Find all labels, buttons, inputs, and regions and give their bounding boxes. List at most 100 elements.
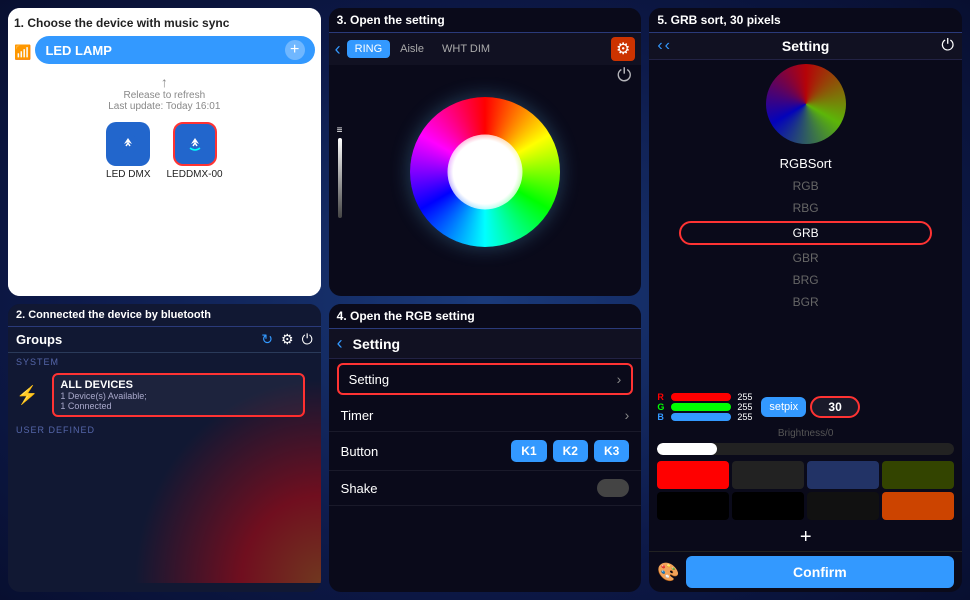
brightness-slider-3[interactable] [338,138,342,218]
swatch-dark1[interactable] [732,461,804,489]
device-led-dmx[interactable]: LED DMX [106,122,150,180]
device-icon-led-dmx [106,122,150,166]
sort-option-bgr[interactable]: BGR [649,291,962,313]
pix-value-input[interactable]: 30 [810,396,860,418]
sort-option-grb[interactable]: GRB [679,221,932,245]
b-bar[interactable] [671,413,731,421]
bottom-area: 🎨 Confirm [649,551,962,592]
power-icon[interactable]: ⏻ [302,331,313,348]
last-update: Last update: Today 16:01 [14,101,315,112]
r-bar[interactable] [671,393,731,401]
settings-icon[interactable]: ⚙ [281,331,294,348]
sort-section: RGBSort RGB RBG GRB GBR BRG BGR [649,60,962,388]
panel-2-header: 2. Connected the device by bluetooth [8,304,321,327]
swatch-navy[interactable] [807,461,879,489]
confirm-button[interactable]: Confirm [686,556,954,588]
ring-nav: ‹ RING Aisle WHT DIM ⚙ [329,33,642,65]
setting-row-shake-label: Shake [341,481,378,496]
panel-3-header: 3. Open the setting [329,8,642,33]
sort-option-brg[interactable]: BRG [649,269,962,291]
brightness-bar-wrap [657,443,954,455]
rgb-sliders: R 255 G 255 B 255 [657,392,757,422]
rgb-wheel-icon[interactable]: 🎨 [657,562,679,583]
add-device-button[interactable]: + [285,40,305,60]
sort-option-gbr[interactable]: GBR [649,247,962,269]
sort-title: RGBSort [649,148,962,175]
setting-nav-title: Setting [353,336,400,352]
back-arrow-3[interactable]: ‹ [335,39,341,60]
panel-4-header: 4. Open the RGB setting [329,304,642,329]
power-btn-5[interactable]: ⏻ [941,37,954,55]
panel-5-header: 5. GRB sort, 30 pixels [649,8,962,33]
k3-button[interactable]: K3 [594,440,629,462]
panel-connected-bluetooth: 2. Connected the device by bluetooth Gro… [8,304,321,592]
plus-icon-5[interactable]: + [649,524,962,551]
panel-rgb-setting: 4. Open the RGB setting ‹ Setting Settin… [329,304,642,592]
device-leddmx-00[interactable]: LEDDMX-00 [166,122,222,180]
swatch-red[interactable] [657,461,729,489]
swatch-black2[interactable] [732,492,804,520]
k2-button[interactable]: K2 [553,440,588,462]
ring-tab-aisle[interactable]: Aisle [392,40,432,58]
device-icon-leddmx-00 [173,122,217,166]
ring-tab-ring[interactable]: RING [347,40,391,58]
refresh-hint: Release to refresh [14,90,315,101]
r-value: 255 [737,392,757,402]
device-name-leddmx-00: LEDDMX-00 [166,169,222,180]
rgb-row-b: B 255 [657,412,757,422]
brightness-bar[interactable] [657,443,716,455]
back-arrow-4[interactable]: ‹ [337,333,343,354]
small-color-wheel [766,64,846,144]
brightness-label: Brightness/0 [649,426,962,441]
bluetooth-icon: ⚡ [16,385,38,406]
g-value: 255 [737,402,757,412]
setting-row-shake: Shake [329,471,642,506]
g-bar[interactable] [671,403,731,411]
panel-1-header: 1. Choose the device with music sync [14,14,315,34]
sort-option-rbg[interactable]: RBG [649,197,962,219]
swatch-orange[interactable] [882,492,954,520]
button-group: K1 K2 K3 [511,440,629,462]
system-label: SYSTEM [8,353,321,369]
sort-option-rgb[interactable]: RGB [649,175,962,197]
rgb-setpix-row: R 255 G 255 B 255 setpix 30 [649,388,962,426]
setting-row-button-label: Button [341,444,379,459]
swatch-black3[interactable] [807,492,879,520]
swatch-black1[interactable] [657,492,729,520]
led-lamp-bar-label: LED LAMP [45,43,111,58]
settings-gear-icon[interactable]: ⚙ [611,37,635,61]
swatch-dark2[interactable] [882,461,954,489]
setting-row-setting-arrow: › [617,371,622,387]
setting-row-setting[interactable]: Setting › [337,363,634,395]
setpix-button[interactable]: setpix [761,397,806,417]
setting-row-timer[interactable]: Timer › [329,399,642,432]
device-name-led-dmx: LED DMX [106,169,150,180]
setting-row-setting-label: Setting [349,372,389,387]
k1-button[interactable]: K1 [511,440,546,462]
g-label: G [657,402,667,412]
b-label: B [657,412,667,422]
panel-choose-device: 1. Choose the device with music sync 📶 L… [8,8,321,296]
color-wheel[interactable] [410,97,560,247]
back-arrows: ‹ ‹ [657,37,670,55]
refresh-icon[interactable]: ↻ [261,331,273,348]
r-label: R [657,392,667,402]
setting-row-timer-label: Timer [341,408,374,423]
b-value: 255 [737,412,757,422]
groups-header: Groups ↻ ⚙ ⏻ [8,327,321,353]
rgb-row-r: R 255 [657,392,757,402]
setting-5-nav: ‹ ‹ Setting ⏻ [649,33,962,60]
setting-row-timer-arrow: › [625,407,630,423]
setting-5-title: Setting [670,38,941,54]
color-swatches [649,457,962,524]
ring-tab-whtdim[interactable]: WHT DIM [434,40,498,58]
shake-toggle[interactable] [597,479,629,497]
rgb-row-g: G 255 [657,402,757,412]
brightness-up-icon[interactable]: ≡ [337,125,343,136]
power-btn-3[interactable]: ⏻ [617,65,631,86]
setting-nav: ‹ Setting [329,329,642,359]
panel-grb-sort: 5. GRB sort, 30 pixels ‹ ‹ Setting ⏻ RGB… [649,8,962,592]
back-arrow-5a[interactable]: ‹ [657,37,662,55]
panel-open-setting: 3. Open the setting ‹ RING Aisle WHT DIM… [329,8,642,296]
led-lamp-icon: 📶 [14,44,31,61]
